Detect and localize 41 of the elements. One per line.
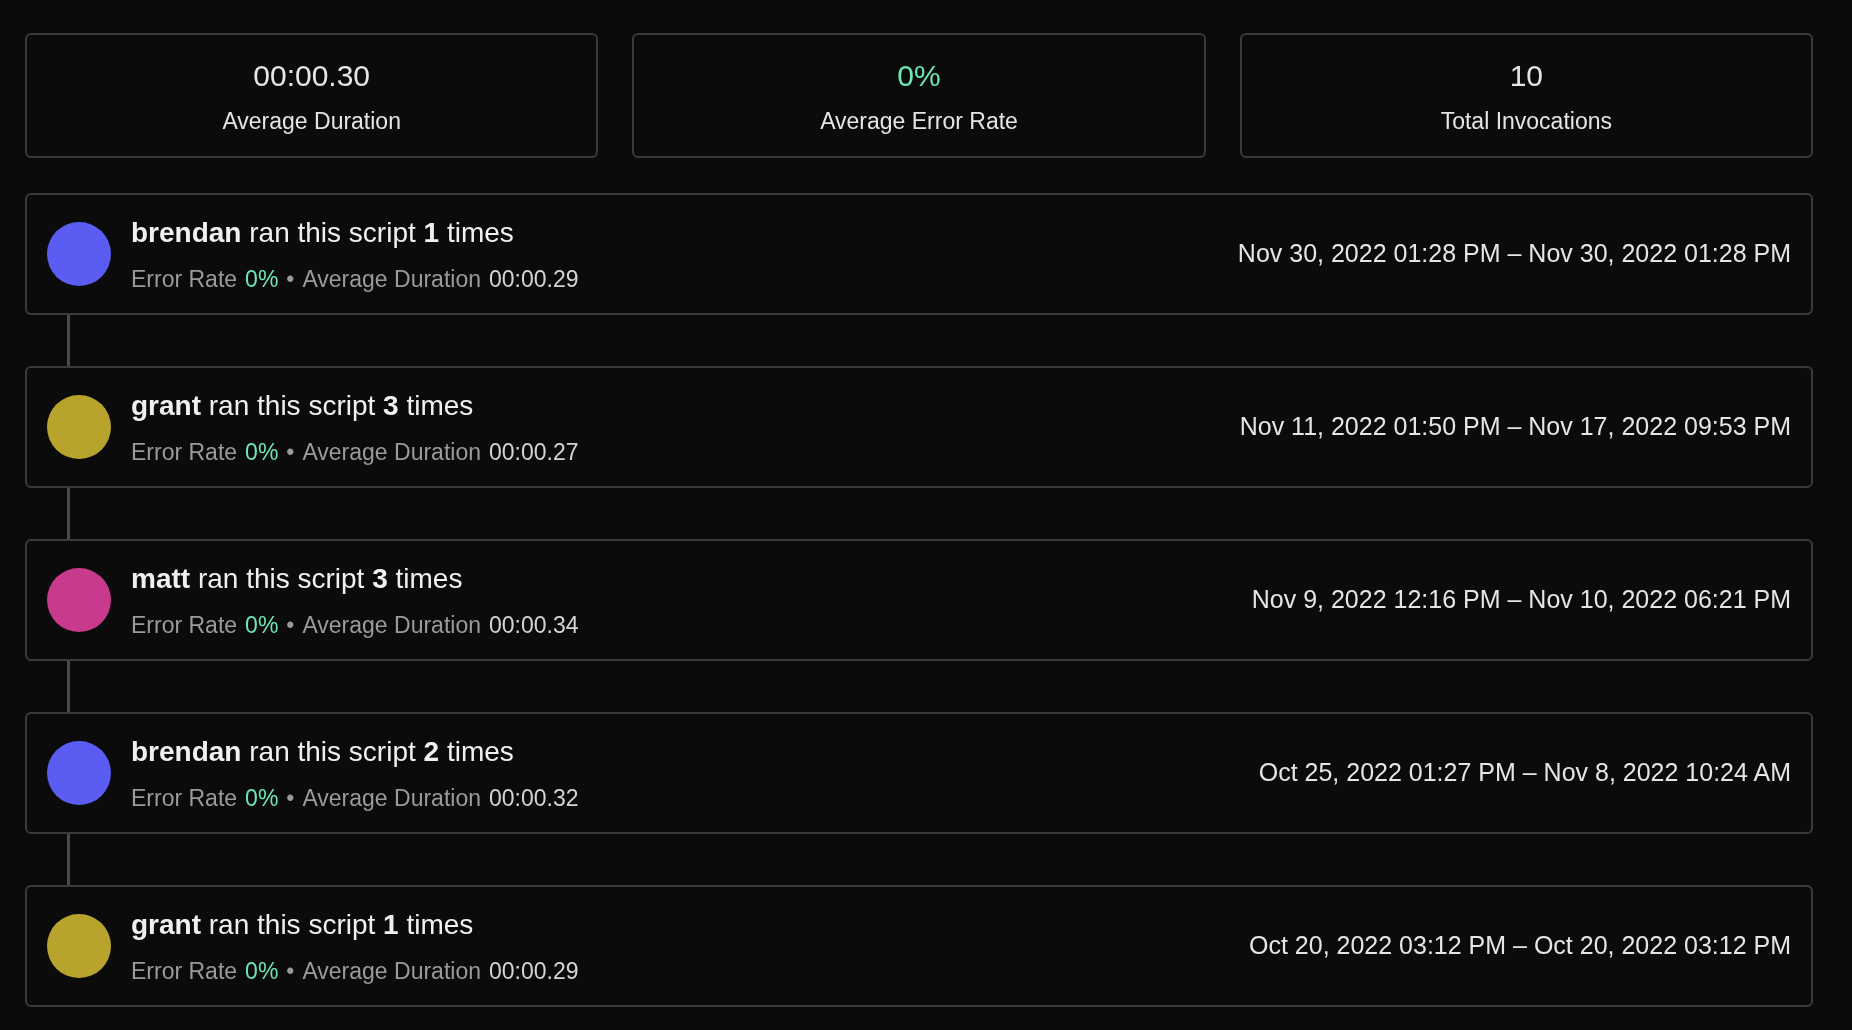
run-summary: grant ran this script 1 times bbox=[131, 907, 475, 942]
date-range: Oct 25, 2022 01:27 PM – Nov 8, 2022 10:24 AM bbox=[1258, 757, 1791, 789]
duration-label: Average Duration bbox=[302, 437, 481, 467]
date-range: Nov 9, 2022 12:16 PM – Nov 10, 2022 06:21 PM bbox=[1251, 584, 1791, 616]
error-rate-value: 0% bbox=[245, 264, 279, 294]
stat-label: Average Duration bbox=[222, 106, 401, 136]
duration-value: 00:00.29 bbox=[489, 956, 579, 986]
duration-label: Average Duration bbox=[302, 264, 481, 294]
run-summary: matt ran this script 3 times bbox=[131, 561, 464, 596]
duration-value: 00:00.34 bbox=[489, 610, 579, 640]
duration-label: Average Duration bbox=[302, 610, 481, 640]
run-summary: brendan ran this script 1 times bbox=[131, 215, 515, 250]
stat-value: 0% bbox=[897, 57, 941, 94]
stat-value: 00:00.30 bbox=[253, 57, 371, 94]
duration-label: Average Duration bbox=[302, 783, 481, 813]
error-rate-label: Error Rate bbox=[131, 264, 238, 294]
duration-value: 00:00.32 bbox=[489, 783, 579, 813]
run-summary: brendan ran this script 2 times bbox=[131, 734, 515, 769]
error-rate-label: Error Rate bbox=[131, 610, 238, 640]
separator: • bbox=[286, 437, 295, 467]
error-rate-value: 0% bbox=[245, 783, 279, 813]
duration-value: 00:00.29 bbox=[489, 264, 579, 294]
date-range: Nov 30, 2022 01:28 PM – Nov 30, 2022 01:28 PM bbox=[1237, 238, 1791, 270]
error-rate-label: Error Rate bbox=[131, 956, 238, 986]
separator: • bbox=[286, 610, 295, 640]
error-rate-value: 0% bbox=[245, 610, 279, 640]
duration-label: Average Duration bbox=[302, 956, 481, 986]
error-rate-value: 0% bbox=[245, 437, 279, 467]
stat-label: Total Invocations bbox=[1440, 106, 1612, 136]
separator: • bbox=[286, 956, 295, 986]
date-range: Oct 20, 2022 03:12 PM – Oct 20, 2022 03:12 PM bbox=[1249, 930, 1791, 962]
date-range: Nov 11, 2022 01:50 PM – Nov 17, 2022 09:53 PM bbox=[1239, 411, 1791, 443]
separator: • bbox=[286, 783, 295, 813]
error-rate-value: 0% bbox=[245, 956, 279, 986]
error-rate-label: Error Rate bbox=[131, 437, 238, 467]
stat-label: Average Error Rate bbox=[820, 106, 1018, 136]
separator: • bbox=[286, 264, 295, 294]
run-summary: grant ran this script 3 times bbox=[131, 388, 475, 423]
stat-value: 10 bbox=[1509, 57, 1543, 94]
duration-value: 00:00.27 bbox=[489, 437, 579, 467]
error-rate-label: Error Rate bbox=[131, 783, 238, 813]
